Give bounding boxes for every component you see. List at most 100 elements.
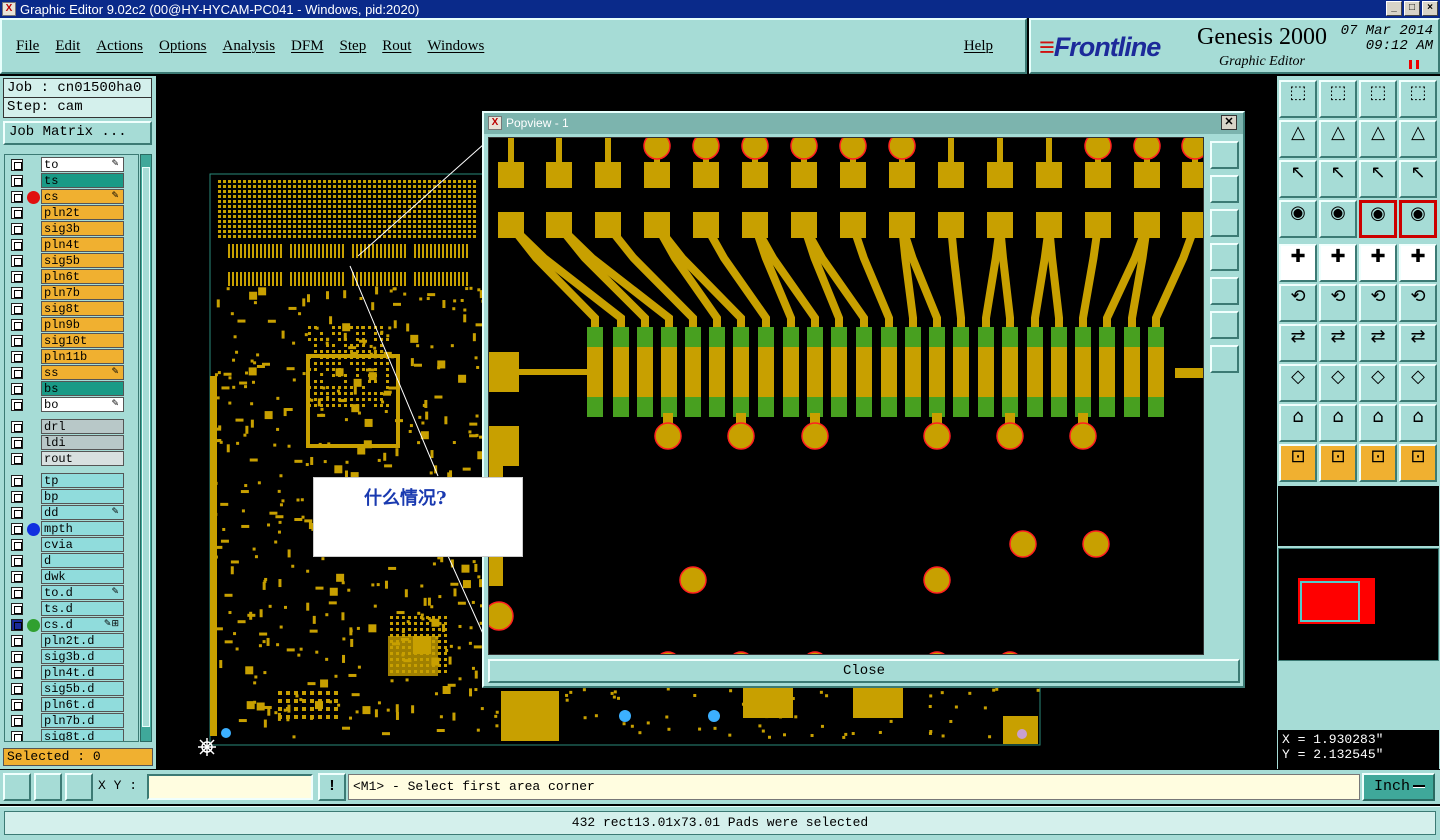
menu-help[interactable]: Help <box>964 38 993 55</box>
layer-row-pln7b[interactable]: pln7b <box>5 285 138 300</box>
snap-icon[interactable] <box>3 773 31 801</box>
layer-name[interactable]: pln6t <box>41 269 124 284</box>
menu-actions[interactable]: Actions <box>96 38 143 55</box>
layer-row-bo[interactable]: bo ✎ <box>5 397 138 412</box>
layer-name[interactable]: sig10t <box>41 333 124 348</box>
layer-row-ss[interactable]: ss ✎ <box>5 365 138 380</box>
layer-checkbox[interactable] <box>11 383 23 395</box>
menu-step[interactable]: Step <box>340 38 367 55</box>
zoom-fit-icon[interactable] <box>1210 141 1239 169</box>
layer-row-cvia[interactable]: cvia <box>5 537 138 552</box>
layer-checkbox[interactable] <box>11 715 23 727</box>
layer-row-pln4t[interactable]: pln4t <box>5 237 138 252</box>
zoom-down-icon[interactable]: ⬚ <box>1319 80 1357 118</box>
minimap-viewport[interactable] <box>1300 581 1360 622</box>
triangle-mark-icon[interactable]: ⌂ <box>1319 404 1357 442</box>
layer-checkbox[interactable] <box>11 175 23 187</box>
layer-row-sig8t[interactable]: sig8t <box>5 301 138 316</box>
layer-name[interactable]: ldi <box>41 435 124 450</box>
layer-name[interactable]: to ✎ <box>41 157 124 172</box>
minimize-button[interactable]: _ <box>1386 1 1402 16</box>
layer-name[interactable]: pln4t <box>41 237 124 252</box>
popview-close-button[interactable]: Close <box>488 659 1240 683</box>
layer-name[interactable]: bp <box>41 489 124 504</box>
layer-name[interactable]: dd ✎ <box>41 505 124 520</box>
pointer-box-icon[interactable]: ⊡ <box>1319 444 1357 482</box>
layer-checkbox[interactable] <box>11 207 23 219</box>
layer-checkbox[interactable] <box>11 555 23 567</box>
pan-up-icon[interactable] <box>1210 175 1239 203</box>
rotate-arc-icon[interactable]: ⇄ <box>1359 324 1397 362</box>
layer-checkbox[interactable] <box>11 523 23 535</box>
layer-name[interactable]: pln2t.d <box>41 633 124 648</box>
layer-name[interactable]: pln11b <box>41 349 124 364</box>
move-right-icon[interactable]: △ <box>1319 120 1357 158</box>
layer-name[interactable]: rout <box>41 451 124 466</box>
layer-name[interactable]: cs.d ✎⊞ <box>41 617 124 632</box>
layer-name[interactable]: ts.d <box>41 601 124 616</box>
trim-icon[interactable]: ◇ <box>1319 364 1357 402</box>
minimap[interactable] <box>1278 548 1439 661</box>
layer-list[interactable]: to ✎ ts cs ✎ pln2t sig3b pln4t sig5b pln6t pln7b si… <box>4 154 139 742</box>
layer-name[interactable]: sig8t.d <box>41 729 124 741</box>
pad-select-icon[interactable]: ◇ <box>1279 364 1317 402</box>
layer-row-sig3b[interactable]: sig3b <box>5 221 138 236</box>
layer-checkbox[interactable] <box>11 303 23 315</box>
layer-row-sig3b-d[interactable]: sig3b.d <box>5 649 138 664</box>
layer-row-bp[interactable]: bp <box>5 489 138 504</box>
menu-options[interactable]: Options <box>159 38 207 55</box>
move-left-icon[interactable]: △ <box>1279 120 1317 158</box>
pan-right-icon[interactable] <box>1210 277 1239 305</box>
resize-icon[interactable]: ◇ <box>1359 364 1397 402</box>
layer-row-ts[interactable]: ts <box>5 173 138 188</box>
route-icon[interactable]: ⊡ <box>1399 444 1437 482</box>
layer-row-pln6t-d[interactable]: pln6t.d <box>5 697 138 712</box>
layer-row-sig5b[interactable]: sig5b <box>5 253 138 268</box>
layer-name[interactable]: mpth <box>41 521 124 536</box>
line-add-icon[interactable]: ✚ <box>1319 244 1357 282</box>
ruler-icon[interactable]: ✚ <box>1359 244 1397 282</box>
layer-checkbox[interactable] <box>11 731 23 741</box>
layer-row-sig5b-d[interactable]: sig5b.d <box>5 681 138 696</box>
mirror-icon[interactable]: ⇄ <box>1399 324 1437 362</box>
layer-checkbox[interactable] <box>11 335 23 347</box>
layer-scrollbar[interactable] <box>140 154 152 742</box>
grid-icon[interactable]: ◉ <box>1319 200 1357 238</box>
measure-icon[interactable] <box>34 773 62 801</box>
zoom-in-icon[interactable] <box>1210 345 1239 373</box>
pointer-frame-icon[interactable]: ⊡ <box>1359 444 1397 482</box>
layer-name[interactable]: tp <box>41 473 124 488</box>
close-window-button[interactable]: × <box>1422 1 1438 16</box>
window-split-icon[interactable]: ⬚ <box>1399 80 1437 118</box>
layer-checkbox[interactable] <box>11 255 23 267</box>
layer-row-rout[interactable]: rout <box>5 451 138 466</box>
layer-checkbox[interactable] <box>11 619 23 631</box>
zoom-home-icon[interactable]: ⬚ <box>1279 80 1317 118</box>
layer-name[interactable]: to.d ✎ <box>41 585 124 600</box>
layer-checkbox[interactable] <box>11 223 23 235</box>
popview-titlebar[interactable]: X Popview - 1 ✕ <box>484 113 1243 134</box>
app-icon[interactable]: X <box>2 2 16 16</box>
pause-icon[interactable] <box>1409 60 1419 69</box>
layer-name[interactable]: d <box>41 553 124 568</box>
layer-row-ts-d[interactable]: ts.d <box>5 601 138 616</box>
layer-name[interactable]: pln4t.d <box>41 665 124 680</box>
layer-name[interactable]: sig8t <box>41 301 124 316</box>
layer-checkbox[interactable] <box>11 475 23 487</box>
menu-analysis[interactable]: Analysis <box>223 38 276 55</box>
grid-snap-icon[interactable] <box>65 773 93 801</box>
center-icon[interactable]: ↖ <box>1319 160 1357 198</box>
zoom-out-icon[interactable] <box>1210 311 1239 339</box>
layer-checkbox[interactable] <box>11 453 23 465</box>
layer-name[interactable]: bs <box>41 381 124 396</box>
layer-row-sig10t[interactable]: sig10t <box>5 333 138 348</box>
group-icon[interactable]: ◇ <box>1399 364 1437 402</box>
layer-name[interactable]: sig3b.d <box>41 649 124 664</box>
scrollbar-thumb[interactable] <box>142 167 150 727</box>
layer-row-pln2t[interactable]: pln2t <box>5 205 138 220</box>
layer-checkbox[interactable] <box>11 571 23 583</box>
layer-row-pln9b[interactable]: pln9b <box>5 317 138 332</box>
layer-name[interactable]: cs ✎ <box>41 189 124 204</box>
connect-icon[interactable]: ⟲ <box>1279 284 1317 322</box>
arch-icon[interactable]: ⌂ <box>1359 404 1397 442</box>
